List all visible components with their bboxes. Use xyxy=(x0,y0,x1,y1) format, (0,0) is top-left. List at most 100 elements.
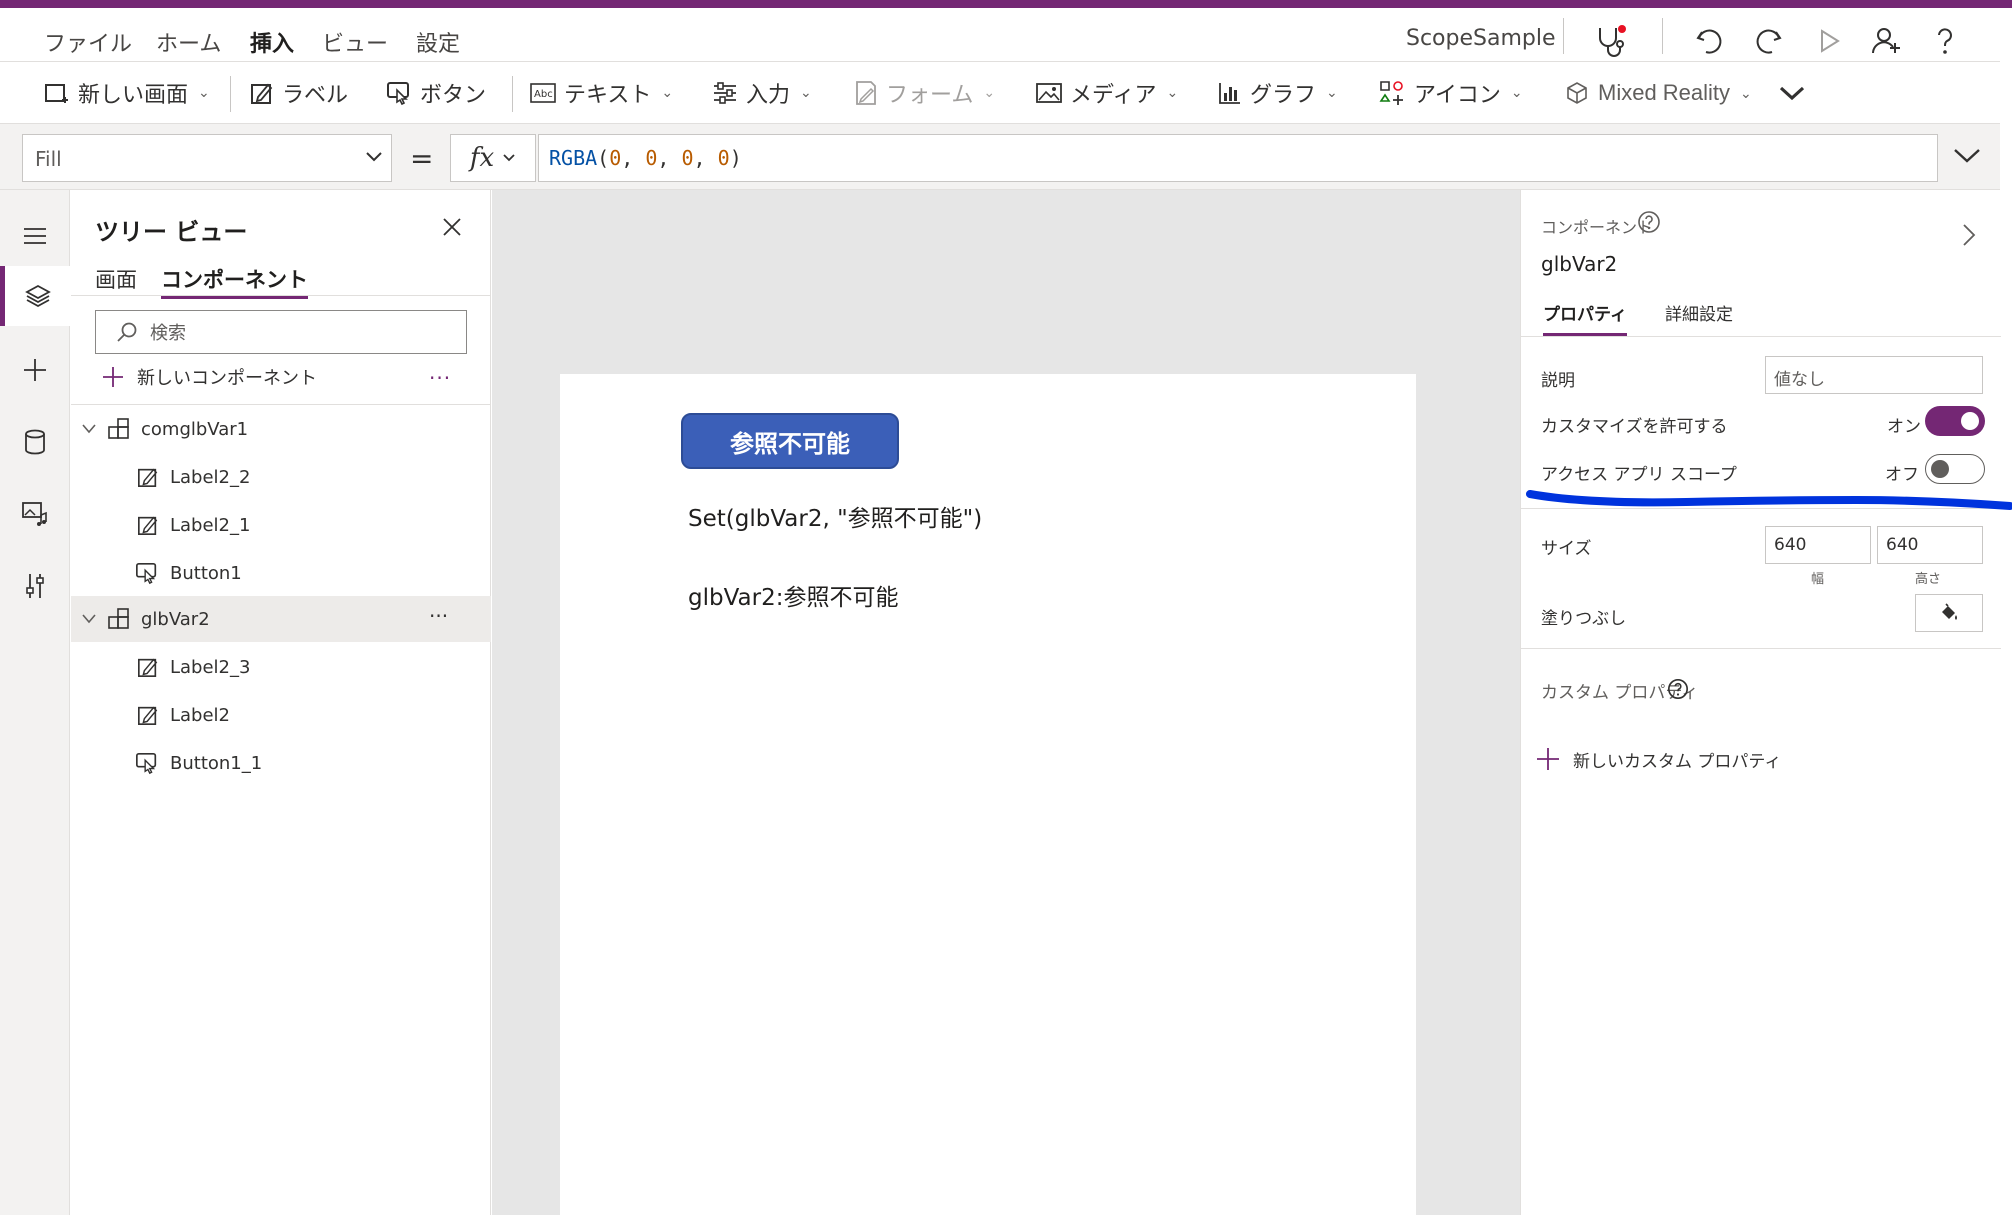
component-canvas-glbvar2[interactable]: 参照不可能 Set(glbVar2, "参照不可能") glbVar2:参照不可… xyxy=(560,374,1416,1215)
formula-arg: 0 xyxy=(681,146,694,170)
search-placeholder: 検索 xyxy=(150,323,186,344)
form-menu-label: フォーム xyxy=(886,83,974,108)
label-button-label: ラベル xyxy=(282,83,349,108)
canvas-label-set[interactable]: Set(glbVar2, "参照不可能") xyxy=(688,499,982,533)
share-user-icon[interactable] xyxy=(1870,24,1904,58)
close-icon[interactable] xyxy=(441,216,463,238)
formula-input[interactable]: RGBA(0, 0, 0, 0) xyxy=(538,134,1938,182)
input-menu[interactable]: 入力 ⌄ xyxy=(712,78,812,108)
scope-state: オフ xyxy=(1885,465,1919,485)
function-button[interactable]: fx xyxy=(450,134,536,182)
more-options-icon[interactable]: ··· xyxy=(429,366,451,390)
info-help-icon[interactable] xyxy=(1637,210,1661,234)
chart-icon xyxy=(1219,83,1240,104)
tab-screens[interactable]: 画面 xyxy=(95,264,137,294)
tab-components[interactable]: コンポーネント xyxy=(161,264,308,299)
button-touch-icon xyxy=(136,562,157,585)
collapse-chevron-right-icon[interactable] xyxy=(1961,222,1977,248)
insert-plus-icon[interactable] xyxy=(0,340,70,400)
mixed-reality-label: Mixed Reality xyxy=(1598,80,1731,105)
tree-item-button1-1[interactable]: Button1_1 xyxy=(71,740,491,786)
tab-properties[interactable]: プロパティ xyxy=(1543,300,1627,336)
formula-paren: ( xyxy=(597,146,610,170)
tab-advanced[interactable]: 詳細設定 xyxy=(1665,300,1733,325)
label-edit-icon xyxy=(138,468,158,487)
height-input[interactable]: 640 xyxy=(1877,526,1983,564)
width-input[interactable]: 640 xyxy=(1765,526,1871,564)
ribbon-overflow-button[interactable] xyxy=(1778,78,1806,108)
property-dropdown[interactable]: Fill xyxy=(22,134,392,182)
canvas-button-1[interactable]: 参照不可能 xyxy=(681,413,899,469)
app-checker-icon[interactable] xyxy=(1594,24,1628,58)
formula-arg: 0 xyxy=(645,146,658,170)
menu-file[interactable]: ファイル xyxy=(44,26,132,58)
advanced-tools-icon[interactable] xyxy=(0,556,70,616)
form-menu[interactable]: フォーム ⌄ xyxy=(854,78,995,108)
button-insert[interactable]: ボタン xyxy=(386,78,486,108)
description-label: 説明 xyxy=(1541,371,1575,391)
access-app-scope-toggle[interactable] xyxy=(1925,454,1985,484)
description-field[interactable]: 値なし xyxy=(1765,356,1983,394)
divider xyxy=(1521,336,2001,337)
tree-item-label2-3[interactable]: Label2_3 xyxy=(71,644,491,690)
chevron-down-icon xyxy=(82,424,96,434)
new-custom-property-button[interactable]: 新しいカスタム プロパティ xyxy=(1535,746,1781,772)
tree-view-layers-icon[interactable] xyxy=(0,266,70,326)
height-caption: 高さ xyxy=(1915,572,1942,587)
tree-item-label2-2[interactable]: Label2_2 xyxy=(71,454,491,500)
icons-menu[interactable]: アイコン ⌄ xyxy=(1378,78,1523,108)
text-menu[interactable]: Abc テキスト ⌄ xyxy=(530,78,673,108)
chevron-down-icon: ⌄ xyxy=(800,85,812,101)
new-screen-label: 新しい画面 xyxy=(78,83,189,108)
chevron-down-icon xyxy=(1779,86,1805,101)
new-component-button[interactable]: 新しいコンポーネント xyxy=(101,364,317,390)
label-button[interactable]: ラベル xyxy=(250,78,348,108)
preview-play-icon[interactable] xyxy=(1812,24,1846,58)
menu-home[interactable]: ホーム xyxy=(156,26,221,58)
menu-view[interactable]: ビュー xyxy=(322,26,388,58)
chart-menu-label: グラフ xyxy=(1250,83,1317,108)
tree-item-button1[interactable]: Button1 xyxy=(71,550,491,596)
access-app-scope-label: アクセス アプリ スコープ xyxy=(1541,465,1737,485)
divider xyxy=(1563,18,1564,54)
tree-item-label: Label2_2 xyxy=(170,466,251,488)
hamburger-menu-icon[interactable] xyxy=(0,206,70,266)
tree-item-glbvar2[interactable]: glbVar2 ··· xyxy=(71,596,491,642)
info-help-icon[interactable] xyxy=(1667,678,1689,700)
tree-item-comglbvar1[interactable]: comglbVar1 xyxy=(71,406,491,452)
redo-icon[interactable] xyxy=(1752,24,1786,58)
tree-search-input[interactable]: 検索 xyxy=(95,310,467,354)
component-name: glbVar2 xyxy=(1541,252,1618,276)
expand-formula-chevron-icon[interactable] xyxy=(1952,146,1982,166)
new-component-label: 新しいコンポーネント xyxy=(137,368,317,389)
menu-insert[interactable]: 挿入 xyxy=(250,26,295,66)
media-rail-icon[interactable] xyxy=(0,484,70,544)
data-database-icon[interactable] xyxy=(0,412,70,472)
customize-state: オン xyxy=(1887,417,1921,437)
more-options-icon[interactable]: ··· xyxy=(429,604,448,628)
allow-customize-toggle[interactable] xyxy=(1925,406,1985,436)
text-abc-icon: Abc xyxy=(530,83,556,103)
help-icon[interactable] xyxy=(1928,24,1962,58)
chart-menu[interactable]: グラフ ⌄ xyxy=(1218,78,1338,108)
tree-item-label2-1[interactable]: Label2_1 xyxy=(71,502,491,548)
fx-icon: fx xyxy=(469,143,495,173)
tree-view-pane: ツリー ビュー 画面 コンポーネント 検索 新しいコンポーネント ··· com… xyxy=(71,190,491,1215)
fill-color-picker[interactable] xyxy=(1915,594,1983,632)
new-custom-property-label: 新しいカスタム プロパティ xyxy=(1573,751,1782,772)
new-screen-button[interactable]: 新しい画面 ⌄ xyxy=(44,78,210,108)
menu-settings[interactable]: 設定 xyxy=(416,26,460,58)
toggle-knob xyxy=(1931,459,1949,478)
divider xyxy=(71,404,491,405)
tree-item-label: Label2_1 xyxy=(170,514,251,536)
tree-item-label2[interactable]: Label2 xyxy=(71,692,491,738)
undo-icon[interactable] xyxy=(1692,24,1726,58)
media-menu[interactable]: メディア ⌄ xyxy=(1036,78,1178,108)
component-icon xyxy=(108,418,129,439)
formula-function: RGBA xyxy=(549,146,598,170)
left-rail xyxy=(0,190,70,1215)
mixed-reality-cube-icon xyxy=(1567,82,1587,104)
input-sliders-icon xyxy=(714,82,736,104)
canvas-label-value[interactable]: glbVar2:参照不可能 xyxy=(688,578,898,612)
mixed-reality-menu[interactable]: Mixed Reality ⌄ xyxy=(1564,78,1752,108)
